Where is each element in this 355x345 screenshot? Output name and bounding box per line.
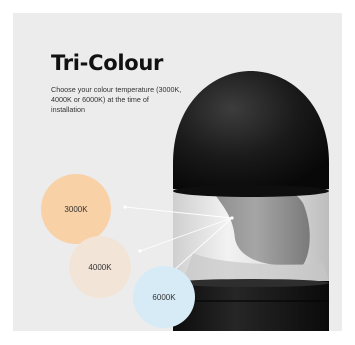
bollard-base	[173, 281, 329, 331]
swatch-4000k: 4000K	[69, 236, 131, 298]
swatch-4000k-label: 4000K	[88, 262, 112, 272]
swatch-3000k-label: 3000K	[64, 204, 88, 214]
product-card: Tri-Colour Choose your colour temperatur…	[13, 13, 342, 331]
dome-cap	[173, 71, 329, 189]
swatch-6000k-label: 6000K	[152, 292, 176, 302]
swatch-6000k: 6000K	[133, 266, 195, 328]
swatch-3000k: 3000K	[41, 174, 111, 244]
